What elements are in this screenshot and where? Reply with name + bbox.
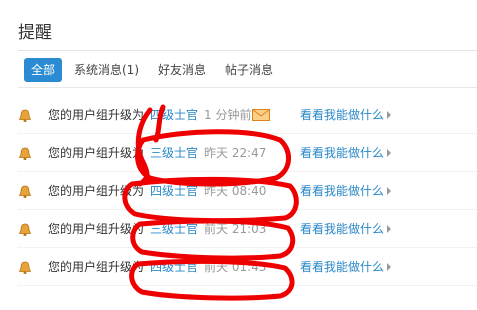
- notification-time: 前天 01:43: [204, 260, 267, 274]
- tab-all[interactable]: 全部: [24, 58, 63, 82]
- see-what-i-can-do-link[interactable]: 看看我能做什么: [300, 248, 384, 286]
- chevron-right-icon: [387, 111, 391, 119]
- notification-text: 您的用户组升级为: [48, 108, 145, 122]
- notification-text: 您的用户组升级为: [48, 184, 145, 198]
- see-what-i-can-do-link[interactable]: 看看我能做什么: [300, 134, 384, 172]
- see-what-i-can-do-link[interactable]: 看看我能做什么: [300, 172, 384, 210]
- notification-time: 昨天 08:40: [204, 184, 267, 198]
- chevron-right-icon: [387, 263, 391, 271]
- see-what-i-can-do-link[interactable]: 看看我能做什么: [300, 210, 384, 248]
- rank-link[interactable]: 三级士官: [150, 210, 198, 248]
- list-item: 您的用户组升级为 三级士官 昨天 22:47 看看我能做什么: [0, 134, 477, 172]
- bell-icon: [18, 185, 32, 198]
- rank-link[interactable]: 四级士官: [150, 172, 198, 210]
- notification-time: 1 分钟前: [204, 108, 252, 122]
- mail-icon: [252, 109, 270, 121]
- chevron-right-icon: [387, 225, 391, 233]
- tab-system-messages[interactable]: 系统消息(1): [74, 58, 139, 82]
- see-what-i-can-do-link[interactable]: 看看我能做什么: [300, 96, 384, 134]
- notification-text: 您的用户组升级为: [48, 260, 145, 274]
- list-item: 您的用户组升级为 四级士官 前天 01:43 看看我能做什么: [0, 248, 477, 286]
- row-divider: [18, 285, 477, 286]
- bell-icon: [18, 109, 32, 122]
- page-title: 提醒: [18, 23, 52, 43]
- bell-icon: [18, 147, 32, 160]
- tab-friend-messages[interactable]: 好友消息: [158, 58, 206, 82]
- notification-time: 前天 21:03: [204, 222, 267, 236]
- bell-icon: [18, 261, 32, 274]
- tabs-divider: [18, 87, 477, 88]
- list-item: 您的用户组升级为 三级士官 前天 21:03 看看我能做什么: [0, 210, 477, 248]
- notification-time: 昨天 22:47: [204, 146, 267, 160]
- rank-link[interactable]: 四级士官: [150, 248, 198, 286]
- notification-text: 您的用户组升级为: [48, 146, 145, 160]
- rank-link[interactable]: 三级士官: [150, 134, 198, 172]
- list-item: 您的用户组升级为 四级士官 1 分钟前 看看我能做什么: [0, 96, 477, 134]
- list-item: 您的用户组升级为 四级士官 昨天 08:40 看看我能做什么: [0, 172, 477, 210]
- rank-link[interactable]: 四级士官: [150, 96, 198, 134]
- title-divider: [18, 50, 477, 51]
- chevron-right-icon: [387, 187, 391, 195]
- bell-icon: [18, 223, 32, 236]
- tab-post-messages[interactable]: 帖子消息: [225, 58, 273, 82]
- notification-text: 您的用户组升级为: [48, 222, 145, 236]
- chevron-right-icon: [387, 149, 391, 157]
